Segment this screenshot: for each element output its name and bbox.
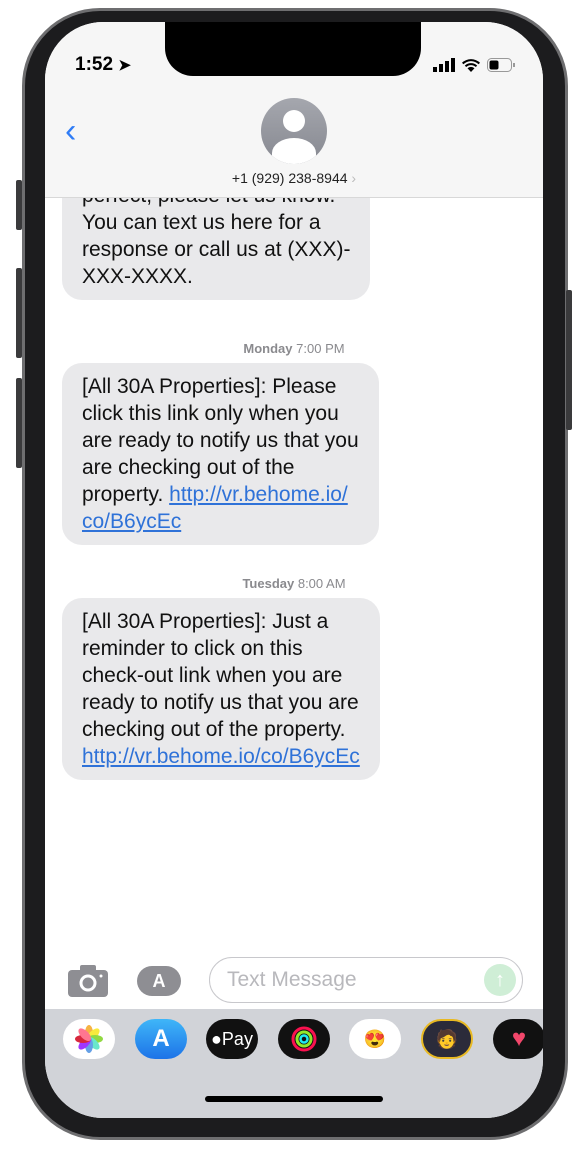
message-line: http://vr.behome.io/co/B6ycEc — [82, 743, 360, 770]
message-line: reminder to click on this — [82, 635, 360, 662]
status-time: 1:52 ➤ — [75, 54, 131, 75]
message-text: are checking out of the — [82, 456, 295, 479]
message-text: property. — [82, 483, 170, 506]
message-line: [All 30A Properties]: Please — [82, 373, 359, 400]
message-text: ready to notify us that you are — [82, 691, 359, 714]
volume-up-button — [16, 268, 22, 358]
message-text: are ready to notify us that you — [82, 429, 359, 452]
message-timestamp: Tuesday 8:00 AM — [242, 576, 346, 591]
app-store-icon[interactable]: A — [135, 1019, 187, 1059]
silent-switch — [16, 180, 22, 230]
activity-icon[interactable] — [278, 1019, 330, 1059]
message-text: checking out of the property. — [82, 718, 346, 741]
text-message-input[interactable]: Text Message ↑ — [209, 957, 523, 1003]
camera-icon[interactable] — [68, 965, 110, 997]
message-line: check-out link when you are — [82, 662, 360, 689]
message-text: reminder to click on this — [82, 637, 303, 660]
message-text: You can text us here for a — [82, 211, 321, 234]
memoji-stickers-icon[interactable]: 😍 — [349, 1019, 401, 1059]
contact-name[interactable]: +1 (929) 238-8944 › — [45, 170, 543, 186]
message-link[interactable]: http://vr.behome.io/co/B6ycEc — [82, 745, 360, 768]
message-text: check-out link when you are — [82, 664, 343, 687]
message-text: [All 30A Properties]: Just a — [82, 610, 329, 633]
status-icons — [433, 58, 515, 72]
message-line: [All 30A Properties]: Just a — [82, 608, 360, 635]
battery-icon — [487, 58, 515, 72]
message-line: property. http://vr.behome.io/ — [82, 481, 359, 508]
signal-icon — [433, 58, 455, 72]
send-arrow-icon[interactable]: ↑ — [484, 964, 516, 996]
wifi-icon — [462, 59, 480, 72]
apple-pay-icon[interactable]: ● Pay — [206, 1019, 258, 1059]
message-text: [All 30A Properties]: Please — [82, 375, 337, 398]
app-store-apps-button[interactable]: A — [137, 966, 181, 996]
message-text: response or call us at (XXX)- — [82, 238, 351, 261]
back-chevron-icon[interactable]: ‹ — [65, 112, 76, 151]
incoming-message-bubble[interactable]: [All 30A Properties]: Just a reminder to … — [62, 598, 380, 780]
animoji-icon[interactable]: 🧑 — [421, 1019, 473, 1059]
chevron-right-icon: › — [351, 170, 357, 186]
screen: perfect, please let us know.You can text… — [45, 22, 543, 1118]
photos-app-icon[interactable] — [63, 1019, 115, 1059]
message-timestamp: Monday 7:00 PM — [243, 341, 345, 356]
side-button — [566, 290, 572, 430]
message-line: checking out of the property. — [82, 716, 360, 743]
volume-down-button — [16, 378, 22, 468]
digital-touch-heart-icon[interactable]: ♥ — [493, 1019, 543, 1059]
message-line: You can text us here for a — [82, 209, 350, 236]
contact-avatar[interactable] — [261, 98, 327, 164]
message-line: response or call us at (XXX)- — [82, 236, 350, 263]
message-line: co/B6ycEc — [82, 508, 359, 535]
location-icon: ➤ — [118, 57, 131, 74]
message-line: are ready to notify us that you — [82, 427, 359, 454]
message-link[interactable]: co/B6ycEc — [82, 510, 181, 533]
notch — [165, 22, 421, 76]
message-text: XXX-XXXX. — [82, 265, 193, 288]
home-indicator[interactable] — [205, 1096, 383, 1102]
message-line: ready to notify us that you are — [82, 689, 360, 716]
incoming-message-bubble[interactable]: [All 30A Properties]: Please click this l… — [62, 363, 379, 545]
input-bar: A Text Message ↑ — [45, 947, 543, 1009]
message-line: click this link only when you — [82, 400, 359, 427]
message-link[interactable]: http://vr.behome.io/ — [169, 483, 348, 506]
message-line: are checking out of the — [82, 454, 359, 481]
message-line: XXX-XXXX. — [82, 263, 350, 290]
message-text: click this link only when you — [82, 402, 339, 425]
